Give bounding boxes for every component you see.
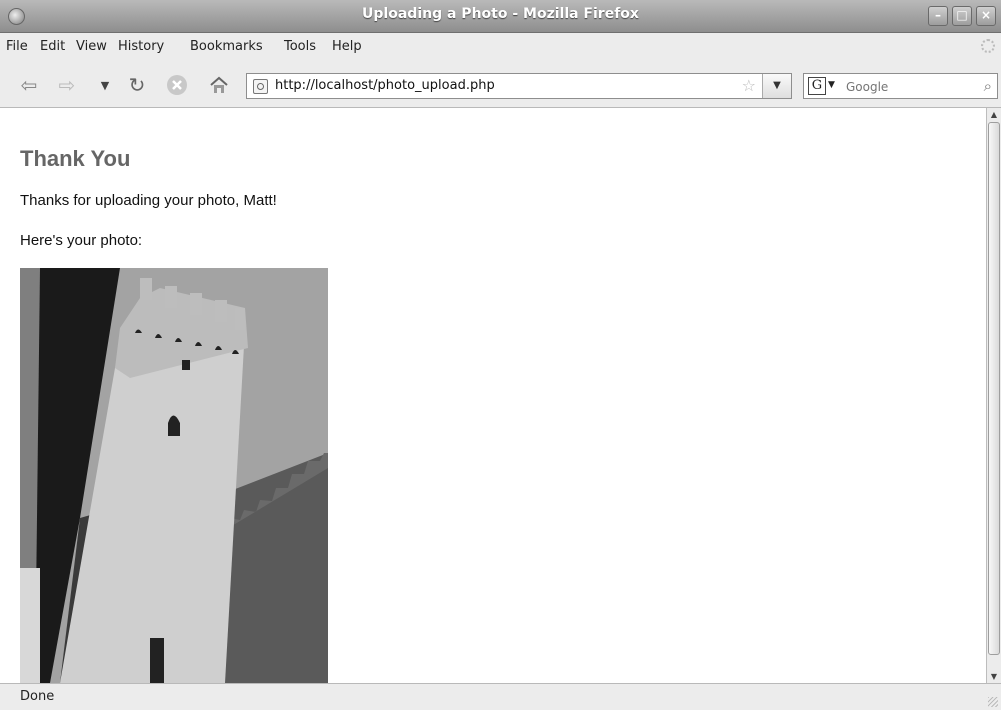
vertical-scrollbar[interactable]: ▲ ▼ bbox=[986, 108, 1001, 683]
site-identity-icon[interactable] bbox=[253, 79, 268, 94]
reload-icon[interactable]: ↻ bbox=[124, 72, 150, 98]
page-heading: Thank You bbox=[20, 146, 131, 171]
search-magnifier-icon[interactable]: ⌕ bbox=[984, 77, 992, 95]
menu-bookmarks[interactable]: Bookmarks bbox=[190, 39, 263, 54]
status-text: Done bbox=[20, 689, 55, 704]
menu-view[interactable]: View bbox=[76, 39, 107, 54]
status-bar: Done bbox=[0, 683, 1001, 710]
url-text[interactable]: http://localhost/photo_upload.php bbox=[275, 78, 495, 93]
url-dropdown-icon[interactable]: ▼ bbox=[762, 74, 791, 98]
navigation-toolbar: ⇦ ⇨ ▼ ↻ http://localhost/photo_upload.ph… bbox=[0, 60, 1001, 108]
window-title: Uploading a Photo - Mozilla Firefox bbox=[362, 6, 639, 22]
menu-edit[interactable]: Edit bbox=[40, 39, 65, 54]
scroll-up-icon[interactable]: ▲ bbox=[987, 108, 1001, 121]
bookmark-star-icon[interactable]: ☆ bbox=[742, 76, 756, 95]
minimize-button[interactable]: – bbox=[928, 6, 948, 26]
menu-help[interactable]: Help bbox=[332, 39, 362, 54]
menu-file[interactable]: File bbox=[6, 39, 28, 54]
home-icon[interactable] bbox=[206, 72, 232, 98]
scrollbar-thumb[interactable] bbox=[988, 122, 1000, 655]
menu-tools[interactable]: Tools bbox=[284, 39, 316, 54]
scroll-down-icon[interactable]: ▼ bbox=[987, 670, 1001, 683]
menu-bar: File Edit View History Bookmarks Tools H… bbox=[0, 33, 1001, 60]
stop-icon[interactable] bbox=[164, 72, 190, 98]
back-arrow-icon[interactable]: ⇦ bbox=[16, 72, 42, 98]
menu-history[interactable]: History bbox=[118, 39, 164, 54]
page-content: Thank You Thanks for uploading your phot… bbox=[0, 108, 986, 683]
search-bar[interactable]: G ▼ ⌕ bbox=[803, 73, 998, 99]
search-input[interactable] bbox=[844, 76, 973, 98]
thank-you-message: Thanks for uploading your photo, Matt! bbox=[20, 192, 277, 209]
forward-arrow-icon[interactable]: ⇨ bbox=[54, 72, 80, 98]
photo-label: Here's your photo: bbox=[20, 232, 143, 249]
search-engine-icon[interactable]: G bbox=[808, 77, 826, 95]
chevron-down-icon[interactable]: ▼ bbox=[828, 80, 835, 90]
history-dropdown-icon[interactable]: ▼ bbox=[92, 72, 118, 98]
throbber-icon bbox=[981, 39, 995, 53]
uploaded-photo bbox=[20, 268, 328, 683]
maximize-button[interactable]: □ bbox=[952, 6, 972, 26]
close-button[interactable]: × bbox=[976, 6, 996, 26]
resize-grip-icon[interactable] bbox=[988, 697, 998, 707]
address-bar[interactable]: http://localhost/photo_upload.php ☆ ▼ bbox=[246, 73, 792, 99]
window-titlebar[interactable]: Uploading a Photo - Mozilla Firefox – □ … bbox=[0, 0, 1001, 33]
